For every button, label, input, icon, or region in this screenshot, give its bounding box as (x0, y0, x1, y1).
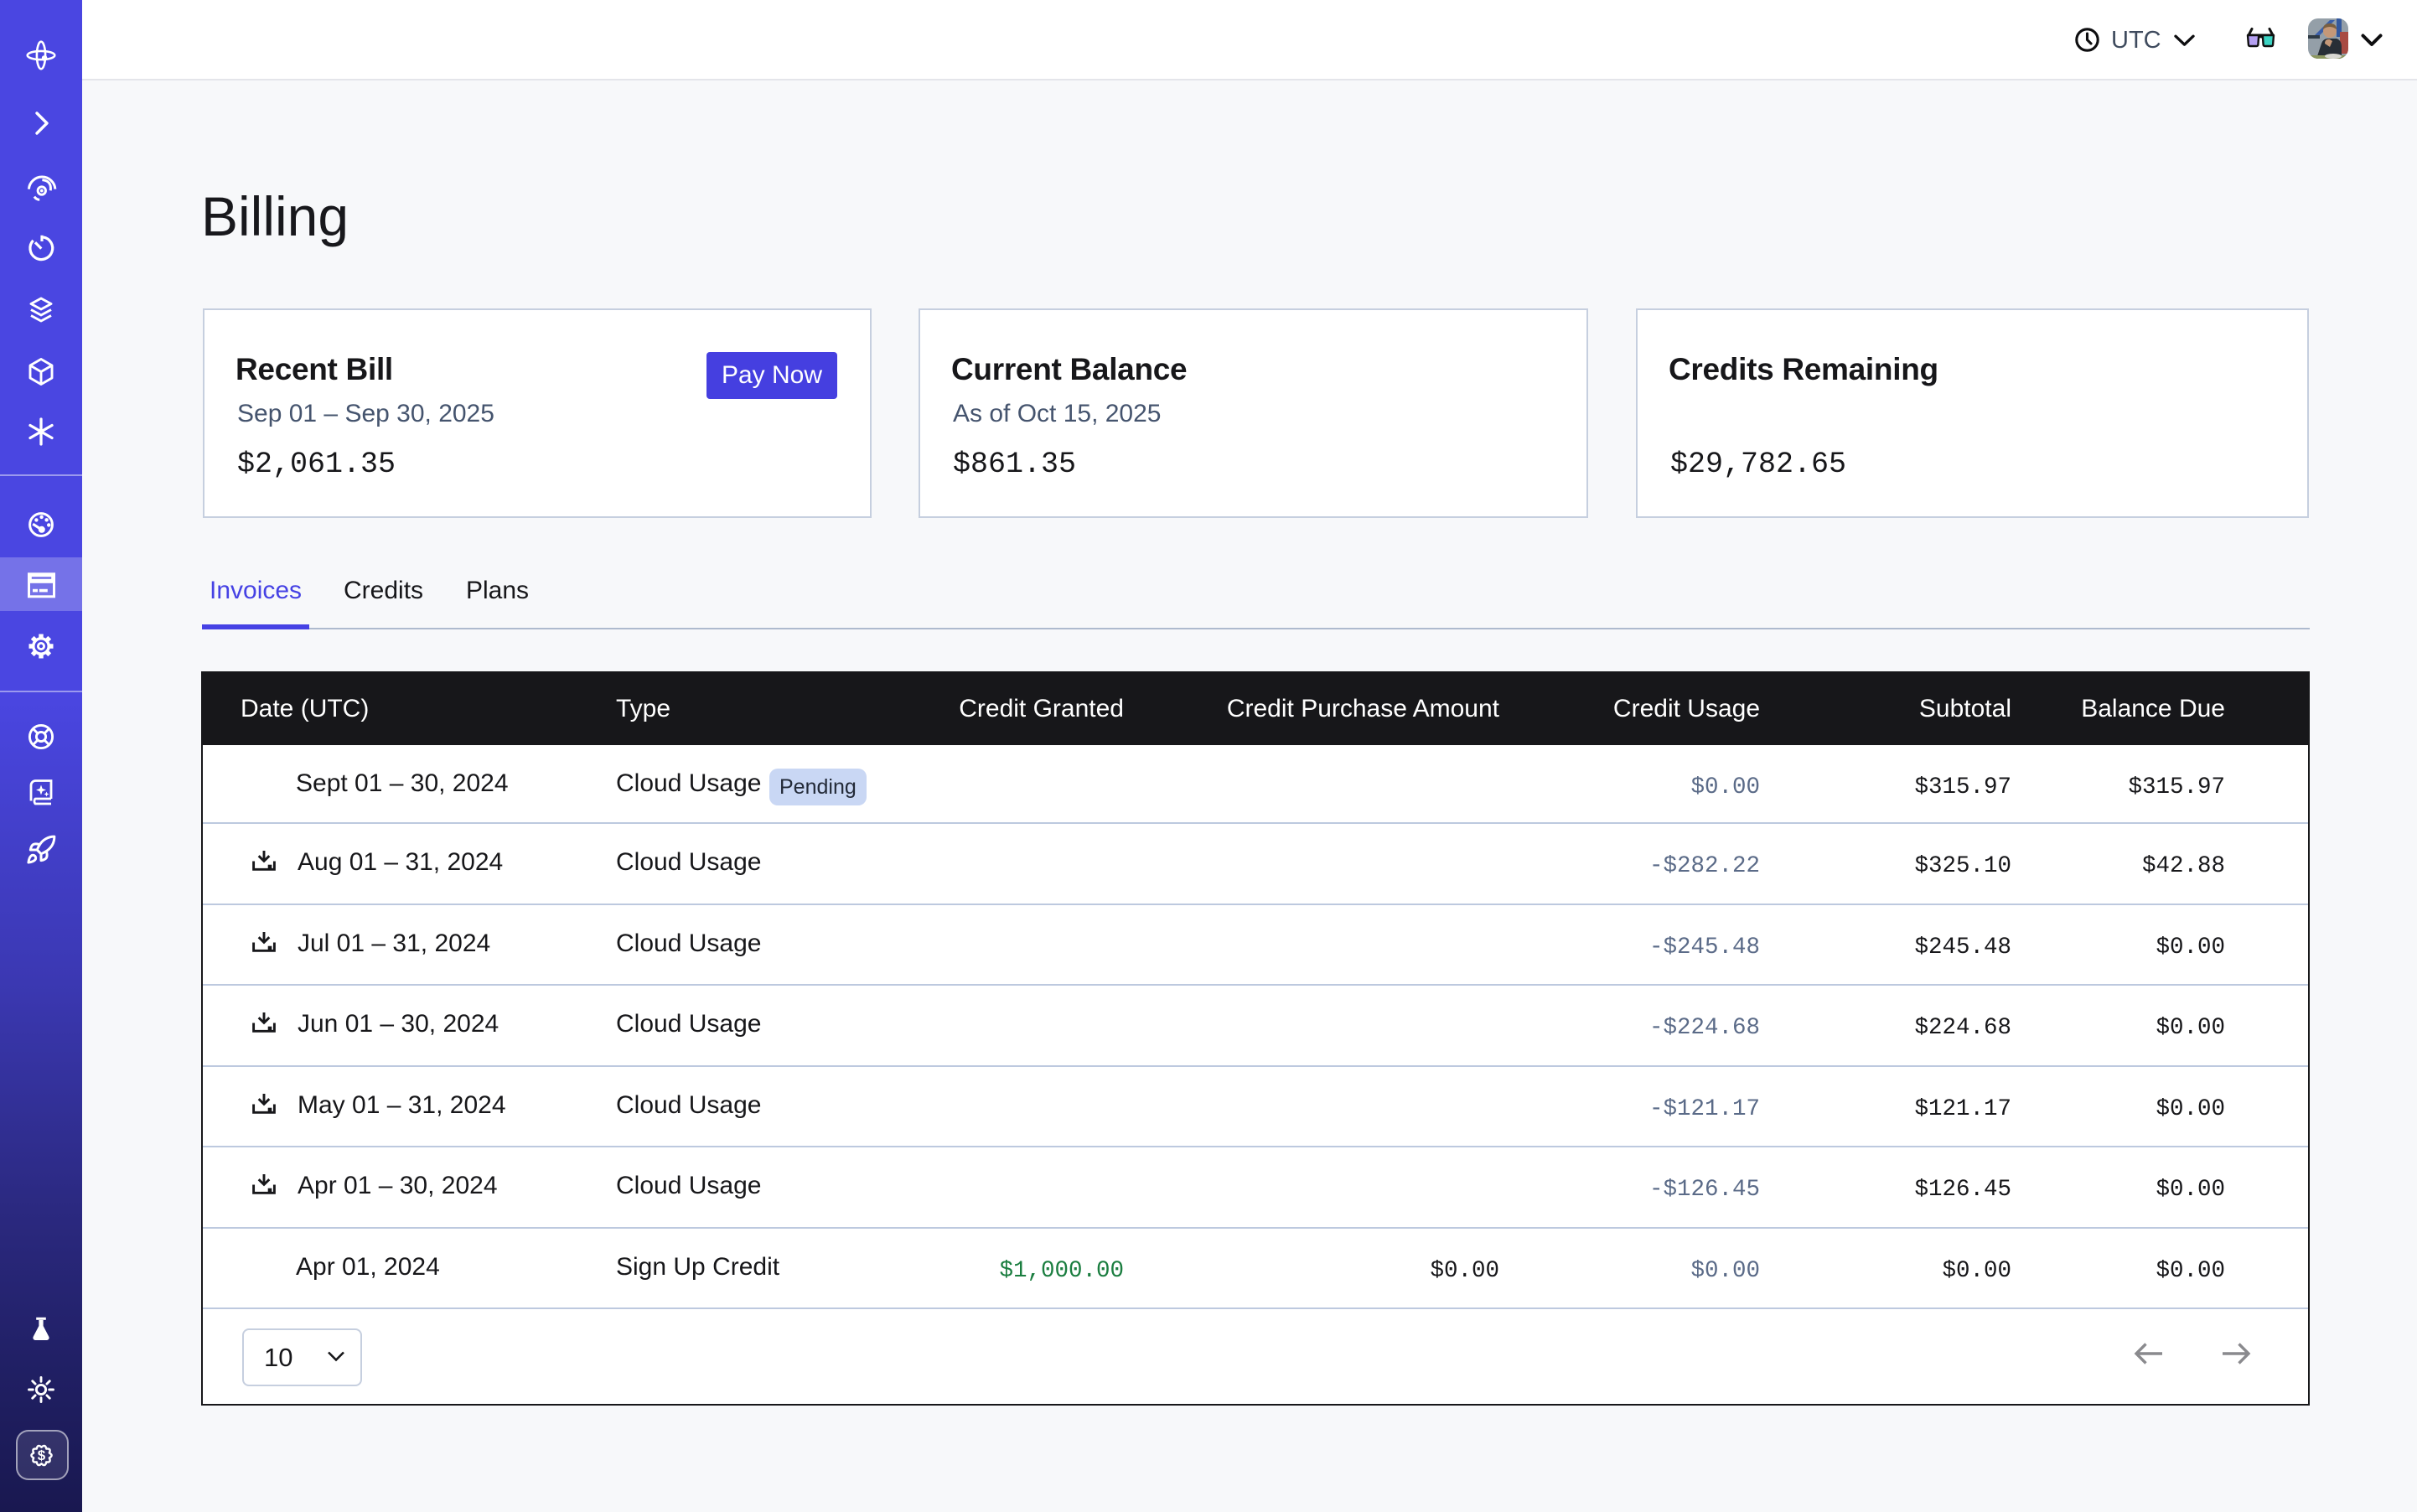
svg-text:$: $ (38, 1447, 46, 1463)
